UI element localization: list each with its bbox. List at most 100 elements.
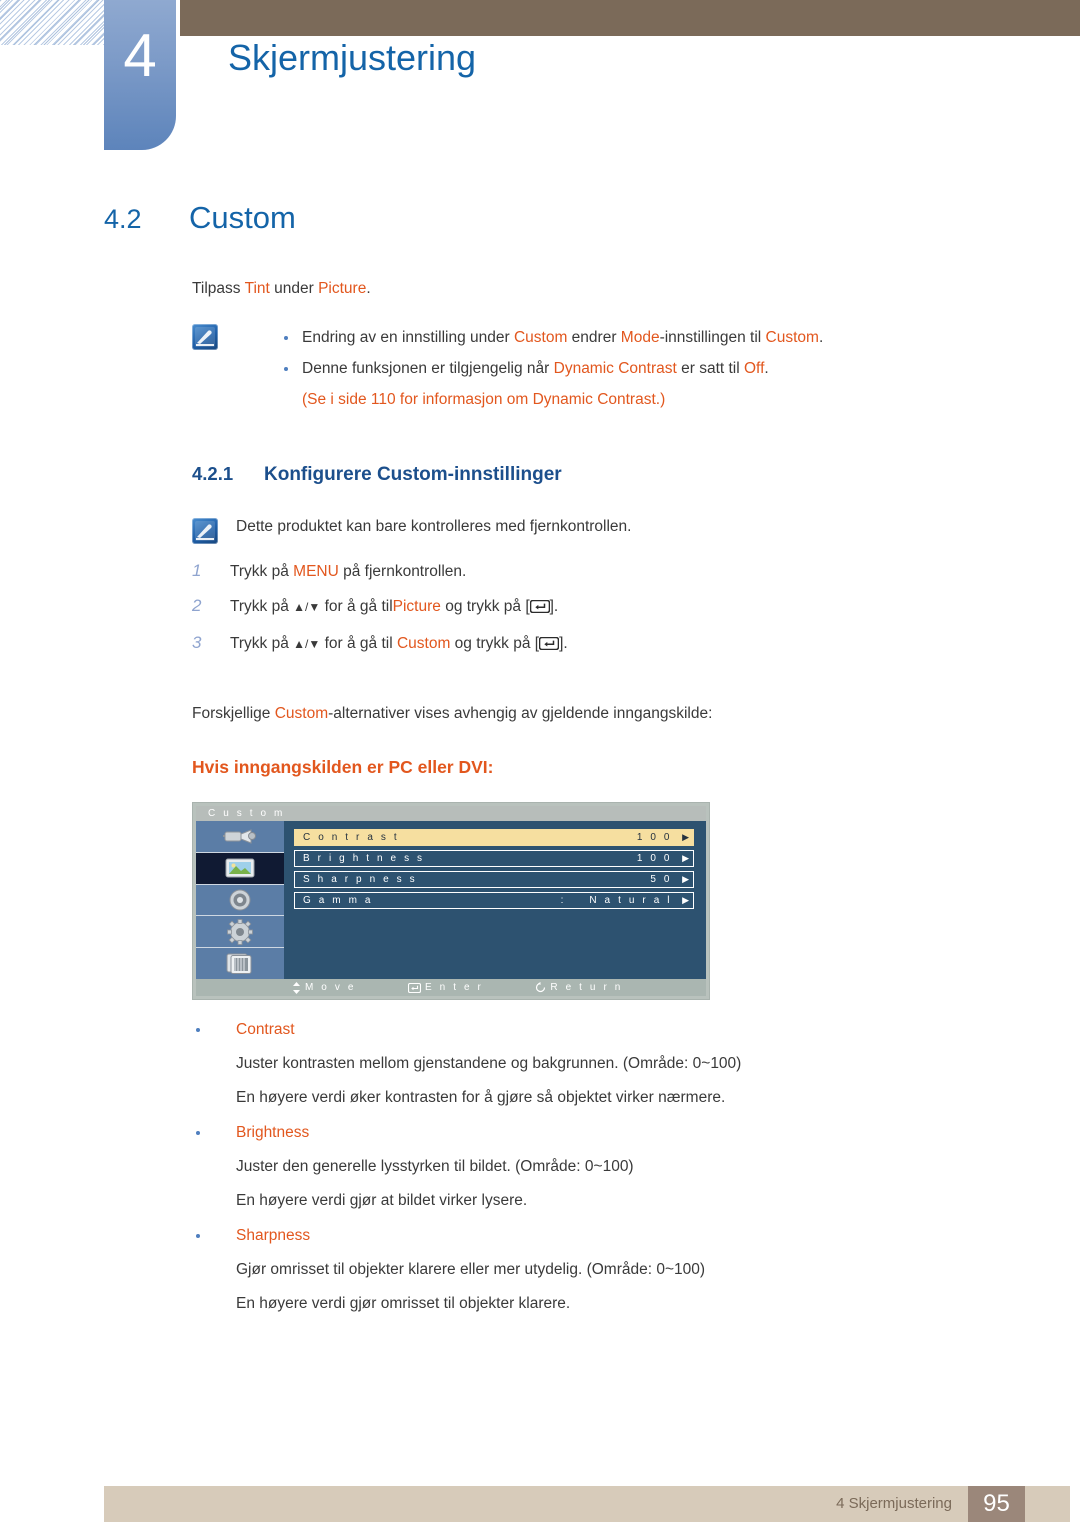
note-text: (Se i side 110 for informasjon om xyxy=(302,391,533,408)
footer-page-number: 95 xyxy=(968,1486,1025,1522)
osd-hint-move: M o v e xyxy=(292,981,356,994)
return-circle-icon xyxy=(535,982,546,993)
step-item: 3 Trykk på ▲/▼ for å gå til Custom og tr… xyxy=(192,626,984,663)
definition-line: En høyere verdi gjør at bildet virker ly… xyxy=(236,1192,528,1209)
input-source-heading: Hvis inngangskilden er PC eller DVI: xyxy=(192,757,494,777)
chapter-number: 4 xyxy=(123,22,157,89)
osd-icon-input-source[interactable] xyxy=(196,821,284,853)
note-keyword: Mode xyxy=(620,329,660,346)
intro-prefix: Tilpass xyxy=(192,280,245,297)
osd-row-value: 1 0 0 xyxy=(636,832,673,843)
note-list-1: Endring av en innstilling under Custom e… xyxy=(280,322,984,415)
step-text: Trykk på ▲/▼ for å gå tilPicture og tryk… xyxy=(230,590,558,626)
enter-key-icon xyxy=(538,629,560,663)
osd-row-gamma[interactable]: G a m m a : N a t u r a l ▶ xyxy=(294,892,694,909)
note-item: (Se i side 110 for informasjon om Dynami… xyxy=(280,384,984,415)
intro2-prefix: Forskjellige xyxy=(192,705,275,722)
step-number: 1 xyxy=(192,561,202,580)
note-text: . xyxy=(764,360,769,377)
header-brown-bar xyxy=(180,0,1080,36)
osd-content: C o n t r a s t 1 0 0 ▶ B r i g h t n e … xyxy=(284,821,706,979)
intro-keyword-picture: Picture xyxy=(318,280,367,297)
note-text: -innstillingen til xyxy=(659,329,766,346)
osd-icon-sound[interactable] xyxy=(196,884,284,917)
step-text-tail: ]. xyxy=(559,635,568,652)
step-text-pre: Trykk på xyxy=(230,598,294,615)
osd-row-colon: : xyxy=(560,895,564,906)
step-item: 1 Trykk på MENU på fjernkontrollen. xyxy=(192,554,984,589)
step-keyword: Custom xyxy=(396,635,451,652)
step-text-post: på fjernkontrollen. xyxy=(338,563,467,580)
osd-hint-return-label: R e t u r n xyxy=(550,982,623,993)
intro2-keyword: Custom xyxy=(274,705,329,722)
note-block-1: Endring av en innstilling under Custom e… xyxy=(192,322,984,415)
osd-row-label: S h a r p n e s s xyxy=(303,874,418,885)
step-text-pre: Trykk på xyxy=(230,563,294,580)
note-text: . xyxy=(818,329,824,346)
enter-key-icon xyxy=(408,982,421,993)
step-text-tail: ]. xyxy=(549,598,559,615)
step-list: 1 Trykk på MENU på fjernkontrollen. 2 Tr… xyxy=(192,554,984,663)
subsection-note: Dette produktet kan bare kontrolleres me… xyxy=(236,518,632,535)
note-text: Denne funksjonen er tilgjengelig når xyxy=(302,360,554,377)
note-keyword: Custom xyxy=(765,329,819,346)
step-keyword: Picture xyxy=(392,598,441,615)
chevron-right-icon: ▶ xyxy=(682,832,689,842)
osd-icon-picture[interactable] xyxy=(196,852,284,885)
step-item: 2 Trykk på ▲/▼ for å gå tilPicture og tr… xyxy=(192,589,984,626)
step-number: 3 xyxy=(192,633,202,652)
note-text: .) xyxy=(655,391,666,408)
note-block-2: Dette produktet kan bare kontrolleres me… xyxy=(192,516,984,544)
note-text: endrer xyxy=(567,329,621,346)
osd-row-contrast[interactable]: C o n t r a s t 1 0 0 ▶ xyxy=(294,829,694,846)
osd-row-label: G a m m a xyxy=(303,895,374,906)
page-content: 4.2 Custom Tilpass Tint under Picture. E… xyxy=(104,200,984,1321)
section-number: 4.2 xyxy=(104,204,142,234)
definition-line: Juster kontrasten mellom gjenstandene og… xyxy=(236,1055,742,1072)
definition-term: Brightness xyxy=(192,1115,984,1150)
header-hatch-decoration-fine xyxy=(0,0,104,45)
osd-hint-move-label: M o v e xyxy=(305,982,356,993)
osd-hint-enter: E n t e r xyxy=(408,982,483,993)
osd-row-brightness[interactable]: B r i g h t n e s s 1 0 0 ▶ xyxy=(294,850,694,867)
up-down-arrows-icon: ▲/▼ xyxy=(293,600,321,614)
note-text: Endring av en innstilling under xyxy=(302,329,514,346)
chevron-right-icon: ▶ xyxy=(682,874,689,884)
osd-hint-return: R e t u r n xyxy=(535,982,623,993)
input-source-intro: Forskjellige Custom-alternativer vises a… xyxy=(192,705,984,723)
section-intro: Tilpass Tint under Picture. xyxy=(192,278,984,300)
enter-key-icon xyxy=(529,592,550,626)
osd-body: C o n t r a s t 1 0 0 ▶ B r i g h t n e … xyxy=(196,821,706,979)
osd-icon-multi-control[interactable] xyxy=(196,948,284,979)
intro2-suffix: -alternativer vises avhengig av gjeldend… xyxy=(328,705,713,722)
osd-row-label: B r i g h t n e s s xyxy=(303,853,425,864)
page-footer: 4 Skjermjustering 95 xyxy=(104,1486,1070,1522)
osd-row-label: C o n t r a s t xyxy=(303,832,400,843)
osd-row-sharpness[interactable]: S h a r p n e s s 5 0 ▶ xyxy=(294,871,694,888)
intro-keyword-tint: Tint xyxy=(244,280,270,297)
definition-line: En høyere verdi øker kontrasten for å gj… xyxy=(236,1089,726,1106)
step-text-post: og trykk på [ xyxy=(440,598,530,615)
chevron-right-icon: ▶ xyxy=(682,853,689,863)
definition-line: Juster den generelle lysstyrken til bild… xyxy=(236,1158,634,1175)
osd-footer-hints: M o v e E n t e r R e t u r n xyxy=(196,979,706,996)
definition-term: Sharpness xyxy=(192,1218,984,1253)
step-text-mid: for å gå til xyxy=(320,635,397,652)
step-text-post: og trykk på [ xyxy=(450,635,540,652)
osd-row-value: N a t u r a l xyxy=(589,895,673,906)
up-down-arrows-icon: ▲/▼ xyxy=(293,637,321,651)
osd-icon-setup-gear[interactable] xyxy=(196,916,284,949)
subsection-number: 4.2.1 xyxy=(192,463,234,484)
osd-title: C u s t o m xyxy=(196,806,706,821)
step-number: 2 xyxy=(192,596,202,615)
intro-mid: under xyxy=(269,280,319,297)
step-text: Trykk på MENU på fjernkontrollen. xyxy=(230,555,466,589)
section-title: Custom xyxy=(189,200,296,235)
definition-term: Contrast xyxy=(192,1012,984,1047)
step-text: Trykk på ▲/▼ for å gå til Custom og tryk… xyxy=(230,627,568,663)
definition-list: Contrast Juster kontrasten mellom gjenst… xyxy=(192,1012,984,1321)
intro-suffix: . xyxy=(366,280,371,297)
note-keyword: Custom xyxy=(513,329,568,346)
chevron-right-icon: ▶ xyxy=(682,895,689,905)
note-text: er satt til xyxy=(676,360,744,377)
